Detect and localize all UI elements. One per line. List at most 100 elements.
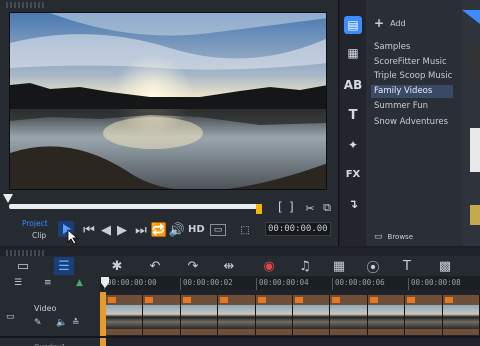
browse-button[interactable]: ▭ Browse — [374, 232, 413, 242]
go-end-icon[interactable]: ⏭ — [132, 221, 150, 239]
title-icon[interactable]: T — [344, 106, 362, 124]
timeline-toolbar: ▭ ☰ ✱ ↶ ↷ ⇹ ◉ ♫ ▦ ⦿ T ▩ — [0, 256, 480, 276]
snapshot-icon[interactable]: ⧉ — [318, 199, 336, 217]
audio-mixer-icon[interactable]: ♫ — [296, 257, 314, 275]
mute-icon[interactable]: 🔈 — [56, 318, 67, 328]
project-mode-label[interactable]: Project — [22, 219, 56, 228]
ruler-tick-label: 00:00:00:00 — [104, 278, 157, 290]
add-track-icon[interactable]: ▲ — [76, 278, 83, 288]
storyboard-view-icon[interactable]: ▭ — [14, 257, 32, 275]
timecode-field[interactable]: 00:00:00.00 — [265, 222, 331, 236]
path-icon[interactable]: ↴ — [344, 195, 362, 213]
adjust-icon[interactable]: ≛ — [72, 318, 80, 328]
fx-badge-icon — [257, 297, 266, 303]
fx-icon[interactable]: FX — [344, 165, 362, 183]
fit-tracks-icon[interactable]: ≡ — [44, 278, 52, 288]
video-clip[interactable] — [180, 295, 219, 335]
plus-icon: + — [374, 16, 385, 30]
media-thumbnail[interactable] — [470, 205, 480, 225]
step-forward-icon[interactable]: ▶ — [113, 221, 131, 239]
library-folder-item[interactable]: Samples — [374, 41, 410, 54]
project-clip-toggle[interactable]: Project Clip — [22, 219, 56, 240]
video-clip-strip[interactable] — [106, 295, 480, 335]
video-clip[interactable] — [405, 295, 443, 335]
video-clip[interactable] — [218, 295, 256, 335]
clip-thumbnail — [330, 305, 367, 329]
fx-badge-icon — [145, 297, 154, 303]
undo-icon[interactable]: ↶ — [146, 257, 164, 275]
video-clip[interactable] — [255, 295, 293, 335]
clip-thumbnail — [106, 305, 143, 329]
clip-thumbnail — [405, 305, 442, 329]
library-folder-item[interactable]: Snow Adventures — [374, 116, 448, 129]
video-clip[interactable] — [106, 295, 144, 335]
split-clip-icon[interactable]: ✂ — [301, 199, 319, 217]
timeline-view-icon[interactable]: ☰ — [54, 257, 74, 275]
track-list-icon[interactable]: ☰ — [14, 278, 22, 288]
fx-badge-icon — [369, 297, 378, 303]
edit-icon[interactable]: ✎ — [34, 318, 42, 328]
add-label: Add — [390, 18, 406, 28]
clip-thumbnail — [180, 305, 218, 329]
media-thumbnail[interactable] — [470, 128, 480, 172]
library-folder-item[interactable]: Summer Fun — [374, 100, 428, 113]
library-folder-item[interactable]: Triple Scoop Music — [374, 70, 452, 83]
clip-thumbnail — [255, 305, 292, 329]
media-thumbnail[interactable] — [470, 44, 480, 78]
add-folder-button[interactable]: + Add — [374, 16, 406, 30]
library-folder-item[interactable]: ScoreFitter Music — [374, 56, 447, 69]
timeline-ruler[interactable]: 00:00:00:00 00:00:00:02 00:00:00:04 00:00:0… — [100, 276, 480, 290]
subtitle-icon[interactable]: ⦿ — [364, 257, 382, 276]
resolution-icon[interactable]: ▭ — [210, 224, 226, 236]
instant-project-icon[interactable]: ▦ — [344, 44, 362, 62]
preview-window — [9, 12, 327, 190]
video-clip[interactable] — [367, 295, 406, 335]
video-clip[interactable] — [143, 295, 181, 335]
go-start-icon[interactable]: ⏮ — [80, 221, 98, 239]
clip-thumbnail — [293, 305, 330, 329]
fx-badge-icon — [182, 297, 191, 303]
transition-icon[interactable]: AB — [344, 76, 362, 94]
redo-icon[interactable]: ↷ — [184, 257, 202, 275]
browse-label: Browse — [387, 233, 414, 241]
fx-badge-icon — [295, 297, 303, 303]
trim-out-handle[interactable] — [256, 204, 262, 214]
library-folder-item[interactable]: Family Videos — [371, 85, 453, 98]
video-clip[interactable] — [330, 295, 368, 335]
mark-out-button[interactable]: ] — [289, 200, 294, 214]
mask-icon[interactable]: ▩ — [436, 257, 454, 275]
repeat-icon[interactable]: 🔁 — [150, 221, 168, 239]
clip-thumbnail — [143, 305, 180, 329]
playhead-marker[interactable] — [101, 277, 109, 289]
ruler-tick-label: 00:00:00:08 — [408, 278, 461, 290]
library-panel: + Add Samples ScoreFitter Music Triple Sco… — [366, 0, 462, 246]
video-clip[interactable] — [442, 295, 480, 335]
scrubber-handle[interactable] — [3, 194, 13, 203]
track-divider — [0, 336, 480, 338]
video-clip[interactable] — [293, 295, 331, 335]
record-icon[interactable]: ◉ — [260, 257, 278, 275]
clip-thumbnail — [218, 305, 255, 329]
clip-mode-label[interactable]: Clip — [22, 231, 56, 240]
library-category-bar: ▤ ▦ AB T ✦ FX ↴ — [340, 0, 366, 246]
fx-badge-icon — [220, 297, 229, 303]
chapter-icon[interactable]: T — [398, 257, 416, 275]
fx-badge-icon — [332, 297, 341, 303]
scrubber-bar[interactable] — [3, 194, 262, 214]
tools-icon[interactable]: ✱ — [108, 257, 126, 275]
cursor-pointer — [67, 229, 79, 245]
hd-toggle[interactable]: HD — [188, 223, 205, 237]
panel-grip[interactable] — [6, 2, 46, 8]
clip-thumbnail — [442, 305, 479, 329]
filter-icon[interactable]: ✦ — [344, 136, 362, 154]
clip-thumbnail — [367, 305, 405, 329]
auto-music-icon[interactable]: ▦ — [330, 257, 348, 275]
fit-icon[interactable]: ⇹ — [220, 257, 238, 275]
preview-image — [10, 13, 326, 189]
zoom-dropdown-icon[interactable]: ⬚ — [236, 221, 254, 239]
video-track-label: Video — [34, 304, 57, 313]
volume-icon[interactable]: 🔊 — [168, 221, 186, 239]
media-icon[interactable]: ▤ — [344, 16, 362, 34]
mark-in-button[interactable]: [ — [278, 200, 283, 214]
ruler-tick-label: 00:00:00:06 — [332, 278, 385, 290]
